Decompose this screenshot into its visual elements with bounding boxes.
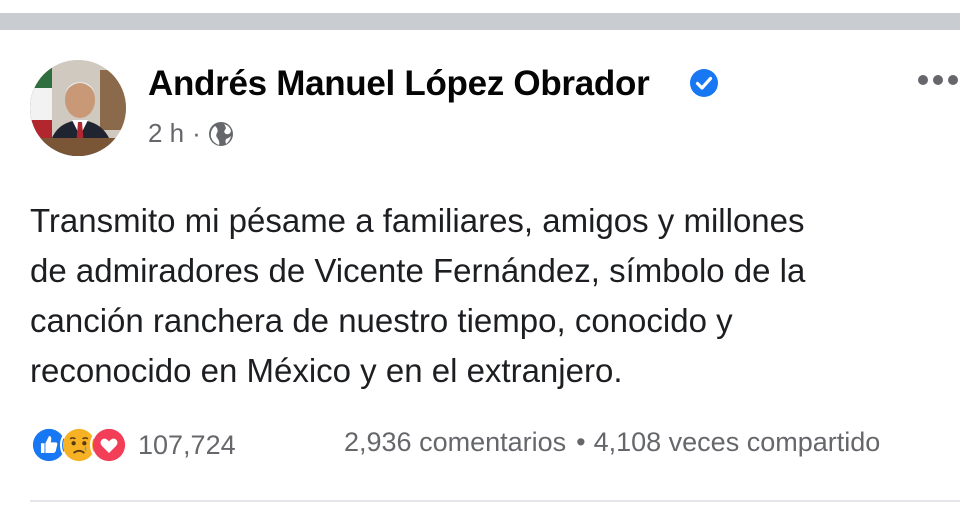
post-card: Andrés Manuel López Obrador 2 h · Transm… xyxy=(0,30,960,506)
stats-separator: • xyxy=(576,427,586,457)
avatar[interactable] xyxy=(30,60,126,156)
post-text-line: Transmito mi pésame a familiares, amigos… xyxy=(30,202,805,239)
reaction-count: 107,724 xyxy=(138,429,236,460)
divider xyxy=(30,500,960,502)
love-icon xyxy=(90,426,128,464)
comments-count[interactable]: 2,936 comentarios xyxy=(344,427,566,458)
post-text: Transmito mi pésame a familiares, amigos… xyxy=(30,196,955,396)
post-text-line: de admiradores de Vicente Fernández, sím… xyxy=(30,252,806,289)
meta-separator: · xyxy=(192,118,201,148)
post-text-line: reconocido en México y en el extranjero. xyxy=(30,352,623,389)
post-text-line: canción ranchera de nuestro tiempo, cono… xyxy=(30,302,733,339)
globe-icon[interactable] xyxy=(207,120,235,148)
more-options-icon[interactable] xyxy=(914,70,960,90)
verified-badge-icon xyxy=(690,69,718,97)
shares-count[interactable]: 4,108 veces compartido xyxy=(594,427,881,458)
engagement-stats: 2,936 comentarios • 4,108 veces comparti… xyxy=(344,427,880,458)
avatar-image xyxy=(30,60,126,156)
post-time[interactable]: 2 h xyxy=(148,118,184,149)
post-meta: 2 h · xyxy=(148,118,235,149)
top-strip xyxy=(0,0,960,30)
reactions-summary[interactable]: 107,724 xyxy=(30,425,236,465)
author-name[interactable]: Andrés Manuel López Obrador xyxy=(148,64,650,104)
feed-separator-bar xyxy=(0,13,960,30)
